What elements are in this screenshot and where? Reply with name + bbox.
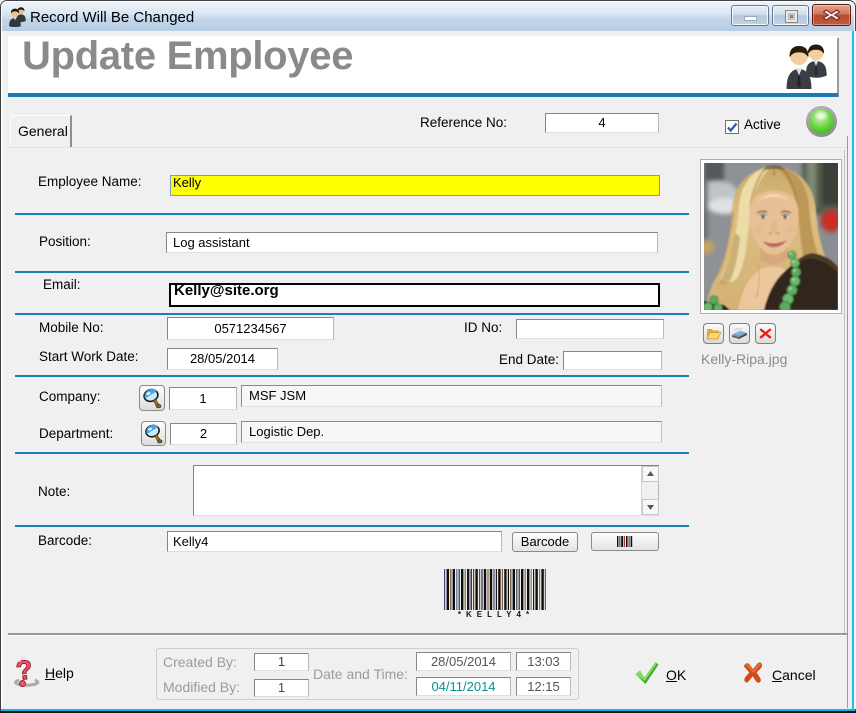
svg-text:*KELLY4*: *KELLY4* xyxy=(458,610,534,618)
